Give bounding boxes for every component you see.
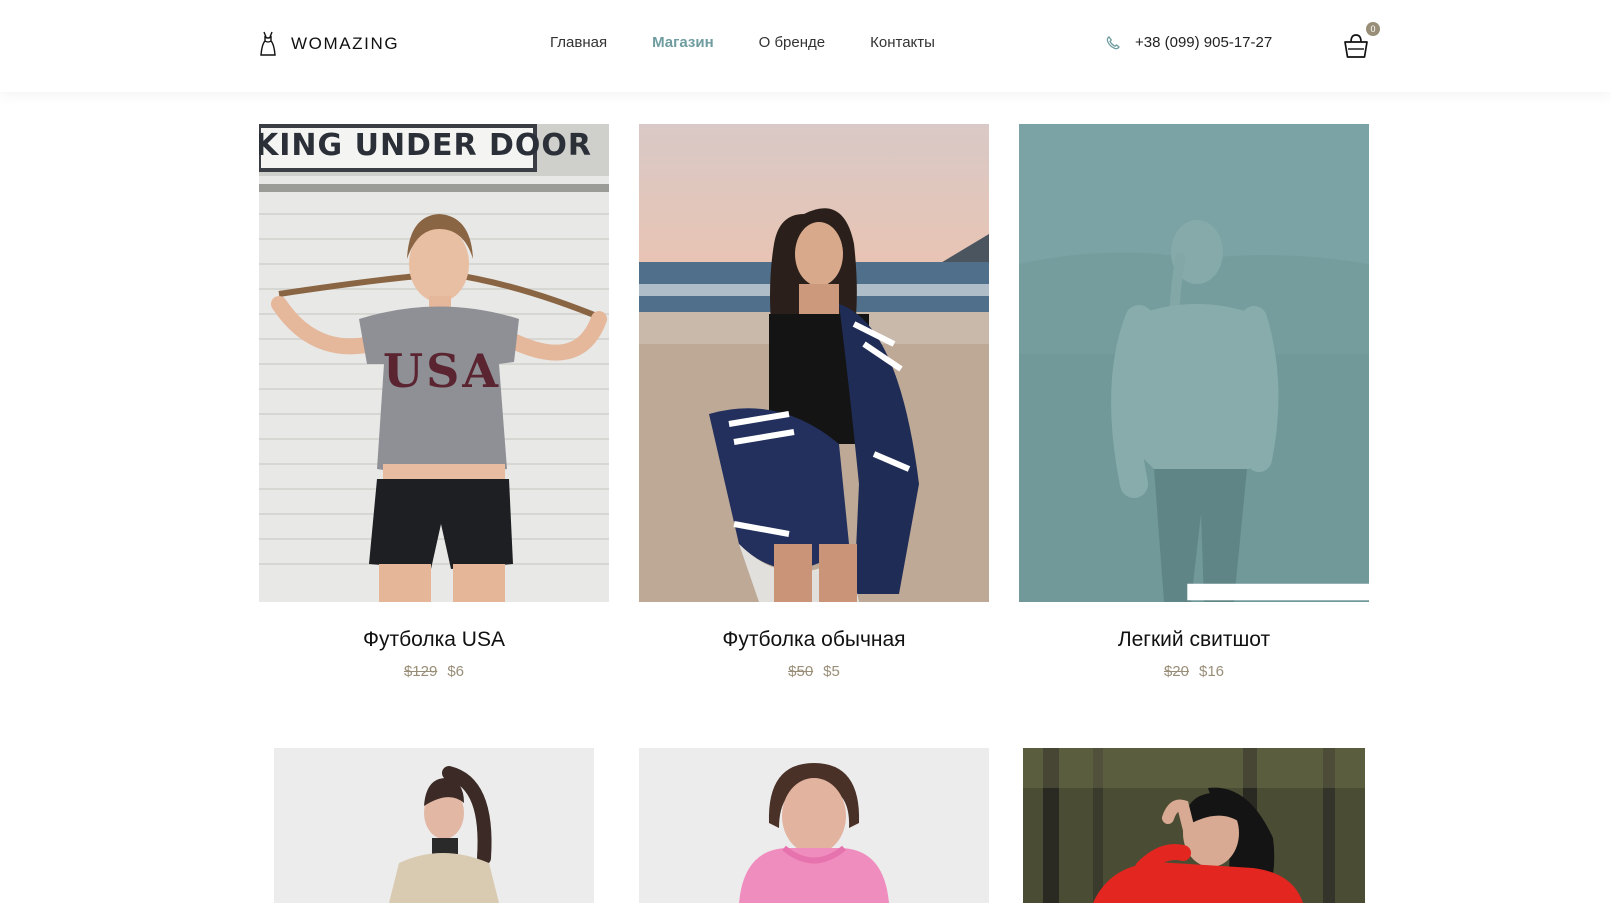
- product-card-light-sweatshirt[interactable]: Легкий свитшот $20 $16: [1019, 124, 1369, 684]
- product-name[interactable]: Футболка USA: [259, 628, 609, 652]
- brand-name: WOMAZING: [291, 34, 400, 53]
- old-price: $50: [788, 663, 814, 680]
- product-photo: [639, 124, 989, 602]
- brand-logo[interactable]: WOMAZING: [257, 30, 399, 58]
- old-price: $129: [403, 663, 438, 680]
- product-card-6[interactable]: [1023, 748, 1365, 903]
- current-price: $6: [447, 663, 465, 680]
- product-price: $129 $6: [259, 663, 609, 680]
- product-image[interactable]: KING UNDER DOOR USA: [259, 124, 609, 602]
- current-price: $16: [1199, 663, 1225, 680]
- product-price: $20 $16: [1019, 663, 1369, 680]
- product-name[interactable]: Легкий свитшот: [1019, 628, 1369, 652]
- old-price: $20: [1163, 663, 1189, 680]
- dress-logo-icon: [260, 31, 276, 56]
- site-header: WOMAZING Главная Магазин О бренде Контак…: [0, 0, 1611, 92]
- product-card-5[interactable]: [639, 748, 989, 903]
- current-price: $5: [823, 663, 840, 680]
- shirt-print: USA: [382, 344, 502, 398]
- phone-link[interactable]: +38 (099) 905-17-27: [1105, 34, 1272, 51]
- product-card-usa-tshirt[interactable]: KING UNDER DOOR USA Футболка USA $129 $6: [259, 124, 609, 684]
- product-price: $50 $5: [639, 663, 989, 680]
- product-image[interactable]: [1019, 124, 1369, 602]
- product-photo: [639, 748, 989, 903]
- phone-number: +38 (099) 905-17-27: [1135, 34, 1273, 51]
- product-photo: [1023, 748, 1365, 903]
- product-name[interactable]: Футболка обычная: [639, 628, 989, 652]
- product-image[interactable]: [639, 748, 989, 903]
- cart-count-badge: 0: [1366, 22, 1380, 36]
- main-nav: Главная Магазин О бренде Контакты: [550, 34, 980, 51]
- sign-text: KING UNDER DOOR: [259, 128, 593, 163]
- product-image[interactable]: [639, 124, 989, 602]
- nav-item-home[interactable]: Главная: [550, 34, 607, 51]
- product-image[interactable]: [1023, 748, 1365, 903]
- nav-item-about[interactable]: О бренде: [759, 34, 826, 51]
- phone-icon: [1106, 35, 1120, 49]
- product-photo: [274, 748, 594, 903]
- nav-item-shop[interactable]: Магазин: [652, 34, 714, 51]
- arrow-right-icon[interactable]: [1177, 353, 1369, 602]
- nav-item-contacts[interactable]: Контакты: [870, 34, 935, 51]
- shopping-basket-icon: [1344, 34, 1368, 58]
- product-image[interactable]: [274, 748, 594, 903]
- product-card-4[interactable]: [274, 748, 594, 903]
- cart-button[interactable]: 0: [1343, 22, 1380, 60]
- product-card-regular-tshirt[interactable]: Футболка обычная $50 $5: [639, 124, 989, 684]
